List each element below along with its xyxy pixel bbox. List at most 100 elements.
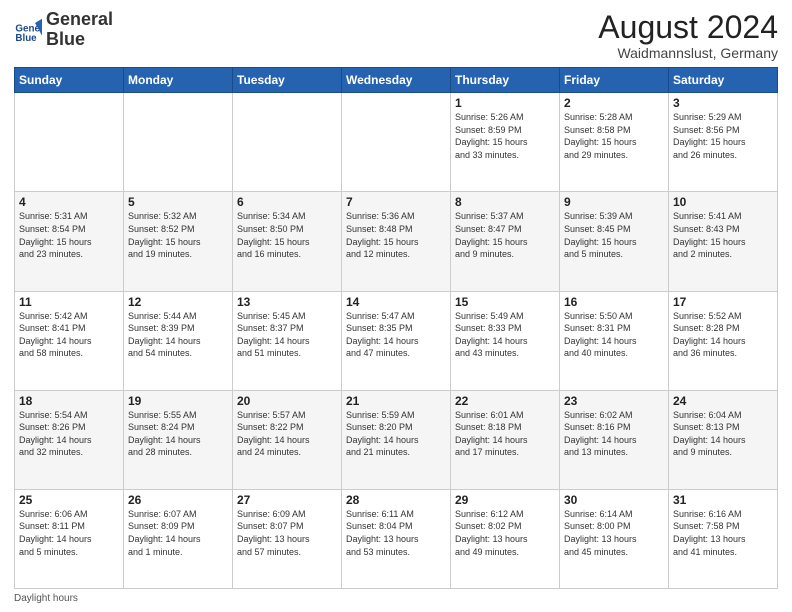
day-number: 26 bbox=[128, 493, 228, 507]
day-info: Sunrise: 6:01 AM Sunset: 8:18 PM Dayligh… bbox=[455, 409, 555, 459]
day-info: Sunrise: 5:52 AM Sunset: 8:28 PM Dayligh… bbox=[673, 310, 773, 360]
calendar-cell: 9Sunrise: 5:39 AM Sunset: 8:45 PM Daylig… bbox=[560, 192, 669, 291]
calendar-cell: 26Sunrise: 6:07 AM Sunset: 8:09 PM Dayli… bbox=[124, 489, 233, 588]
logo-line1: General bbox=[46, 10, 113, 30]
day-number: 2 bbox=[564, 96, 664, 110]
day-number: 9 bbox=[564, 195, 664, 209]
day-number: 11 bbox=[19, 295, 119, 309]
day-info: Sunrise: 5:49 AM Sunset: 8:33 PM Dayligh… bbox=[455, 310, 555, 360]
col-header-thursday: Thursday bbox=[451, 68, 560, 93]
day-info: Sunrise: 5:29 AM Sunset: 8:56 PM Dayligh… bbox=[673, 111, 773, 161]
calendar-cell: 18Sunrise: 5:54 AM Sunset: 8:26 PM Dayli… bbox=[15, 390, 124, 489]
title-area: August 2024 Waidmannslust, Germany bbox=[598, 10, 778, 61]
calendar-row-2: 4Sunrise: 5:31 AM Sunset: 8:54 PM Daylig… bbox=[15, 192, 778, 291]
day-info: Sunrise: 5:28 AM Sunset: 8:58 PM Dayligh… bbox=[564, 111, 664, 161]
top-area: General Blue General Blue August 2024 Wa… bbox=[14, 10, 778, 61]
day-info: Sunrise: 6:04 AM Sunset: 8:13 PM Dayligh… bbox=[673, 409, 773, 459]
calendar-cell: 16Sunrise: 5:50 AM Sunset: 8:31 PM Dayli… bbox=[560, 291, 669, 390]
day-number: 13 bbox=[237, 295, 337, 309]
calendar-cell: 21Sunrise: 5:59 AM Sunset: 8:20 PM Dayli… bbox=[342, 390, 451, 489]
day-number: 18 bbox=[19, 394, 119, 408]
calendar-table: SundayMondayTuesdayWednesdayThursdayFrid… bbox=[14, 67, 778, 589]
daylight-note: Daylight hours bbox=[14, 593, 78, 604]
calendar-row-3: 11Sunrise: 5:42 AM Sunset: 8:41 PM Dayli… bbox=[15, 291, 778, 390]
day-number: 19 bbox=[128, 394, 228, 408]
calendar-cell: 31Sunrise: 6:16 AM Sunset: 7:58 PM Dayli… bbox=[669, 489, 778, 588]
day-number: 21 bbox=[346, 394, 446, 408]
calendar-cell: 8Sunrise: 5:37 AM Sunset: 8:47 PM Daylig… bbox=[451, 192, 560, 291]
col-header-wednesday: Wednesday bbox=[342, 68, 451, 93]
day-number: 20 bbox=[237, 394, 337, 408]
day-number: 30 bbox=[564, 493, 664, 507]
month-title: August 2024 bbox=[598, 10, 778, 45]
day-info: Sunrise: 5:47 AM Sunset: 8:35 PM Dayligh… bbox=[346, 310, 446, 360]
col-header-sunday: Sunday bbox=[15, 68, 124, 93]
calendar-cell: 4Sunrise: 5:31 AM Sunset: 8:54 PM Daylig… bbox=[15, 192, 124, 291]
calendar-cell bbox=[15, 93, 124, 192]
day-number: 3 bbox=[673, 96, 773, 110]
day-number: 29 bbox=[455, 493, 555, 507]
day-info: Sunrise: 6:12 AM Sunset: 8:02 PM Dayligh… bbox=[455, 508, 555, 558]
day-info: Sunrise: 5:57 AM Sunset: 8:22 PM Dayligh… bbox=[237, 409, 337, 459]
day-info: Sunrise: 5:34 AM Sunset: 8:50 PM Dayligh… bbox=[237, 210, 337, 260]
svg-text:Blue: Blue bbox=[15, 33, 37, 44]
calendar-cell: 14Sunrise: 5:47 AM Sunset: 8:35 PM Dayli… bbox=[342, 291, 451, 390]
logo-line2: Blue bbox=[46, 30, 113, 50]
calendar-cell bbox=[342, 93, 451, 192]
day-number: 8 bbox=[455, 195, 555, 209]
day-info: Sunrise: 6:02 AM Sunset: 8:16 PM Dayligh… bbox=[564, 409, 664, 459]
calendar-cell: 15Sunrise: 5:49 AM Sunset: 8:33 PM Dayli… bbox=[451, 291, 560, 390]
location: Waidmannslust, Germany bbox=[598, 45, 778, 61]
day-number: 23 bbox=[564, 394, 664, 408]
day-number: 25 bbox=[19, 493, 119, 507]
day-number: 6 bbox=[237, 195, 337, 209]
calendar-row-4: 18Sunrise: 5:54 AM Sunset: 8:26 PM Dayli… bbox=[15, 390, 778, 489]
day-number: 16 bbox=[564, 295, 664, 309]
day-info: Sunrise: 5:36 AM Sunset: 8:48 PM Dayligh… bbox=[346, 210, 446, 260]
calendar-cell: 17Sunrise: 5:52 AM Sunset: 8:28 PM Dayli… bbox=[669, 291, 778, 390]
calendar-header-row: SundayMondayTuesdayWednesdayThursdayFrid… bbox=[15, 68, 778, 93]
day-info: Sunrise: 6:09 AM Sunset: 8:07 PM Dayligh… bbox=[237, 508, 337, 558]
day-number: 5 bbox=[128, 195, 228, 209]
day-number: 27 bbox=[237, 493, 337, 507]
day-info: Sunrise: 5:39 AM Sunset: 8:45 PM Dayligh… bbox=[564, 210, 664, 260]
calendar-cell: 12Sunrise: 5:44 AM Sunset: 8:39 PM Dayli… bbox=[124, 291, 233, 390]
day-number: 22 bbox=[455, 394, 555, 408]
logo-area: General Blue General Blue bbox=[14, 10, 113, 50]
day-info: Sunrise: 6:11 AM Sunset: 8:04 PM Dayligh… bbox=[346, 508, 446, 558]
day-number: 14 bbox=[346, 295, 446, 309]
day-number: 10 bbox=[673, 195, 773, 209]
day-info: Sunrise: 5:42 AM Sunset: 8:41 PM Dayligh… bbox=[19, 310, 119, 360]
calendar-cell: 23Sunrise: 6:02 AM Sunset: 8:16 PM Dayli… bbox=[560, 390, 669, 489]
calendar-cell: 5Sunrise: 5:32 AM Sunset: 8:52 PM Daylig… bbox=[124, 192, 233, 291]
calendar-cell: 11Sunrise: 5:42 AM Sunset: 8:41 PM Dayli… bbox=[15, 291, 124, 390]
day-info: Sunrise: 5:26 AM Sunset: 8:59 PM Dayligh… bbox=[455, 111, 555, 161]
calendar-row-5: 25Sunrise: 6:06 AM Sunset: 8:11 PM Dayli… bbox=[15, 489, 778, 588]
col-header-saturday: Saturday bbox=[669, 68, 778, 93]
calendar-cell: 7Sunrise: 5:36 AM Sunset: 8:48 PM Daylig… bbox=[342, 192, 451, 291]
day-number: 12 bbox=[128, 295, 228, 309]
page: General Blue General Blue August 2024 Wa… bbox=[0, 0, 792, 612]
footer-note: Daylight hours bbox=[14, 593, 778, 604]
day-number: 28 bbox=[346, 493, 446, 507]
calendar-cell: 3Sunrise: 5:29 AM Sunset: 8:56 PM Daylig… bbox=[669, 93, 778, 192]
day-info: Sunrise: 5:59 AM Sunset: 8:20 PM Dayligh… bbox=[346, 409, 446, 459]
day-number: 7 bbox=[346, 195, 446, 209]
day-info: Sunrise: 6:14 AM Sunset: 8:00 PM Dayligh… bbox=[564, 508, 664, 558]
day-info: Sunrise: 5:41 AM Sunset: 8:43 PM Dayligh… bbox=[673, 210, 773, 260]
day-info: Sunrise: 6:16 AM Sunset: 7:58 PM Dayligh… bbox=[673, 508, 773, 558]
calendar-cell: 28Sunrise: 6:11 AM Sunset: 8:04 PM Dayli… bbox=[342, 489, 451, 588]
calendar-cell: 10Sunrise: 5:41 AM Sunset: 8:43 PM Dayli… bbox=[669, 192, 778, 291]
day-info: Sunrise: 5:50 AM Sunset: 8:31 PM Dayligh… bbox=[564, 310, 664, 360]
day-info: Sunrise: 5:45 AM Sunset: 8:37 PM Dayligh… bbox=[237, 310, 337, 360]
day-info: Sunrise: 6:07 AM Sunset: 8:09 PM Dayligh… bbox=[128, 508, 228, 558]
calendar-cell: 1Sunrise: 5:26 AM Sunset: 8:59 PM Daylig… bbox=[451, 93, 560, 192]
calendar-row-1: 1Sunrise: 5:26 AM Sunset: 8:59 PM Daylig… bbox=[15, 93, 778, 192]
day-info: Sunrise: 5:32 AM Sunset: 8:52 PM Dayligh… bbox=[128, 210, 228, 260]
day-number: 4 bbox=[19, 195, 119, 209]
calendar-cell: 6Sunrise: 5:34 AM Sunset: 8:50 PM Daylig… bbox=[233, 192, 342, 291]
col-header-tuesday: Tuesday bbox=[233, 68, 342, 93]
calendar-cell: 29Sunrise: 6:12 AM Sunset: 8:02 PM Dayli… bbox=[451, 489, 560, 588]
day-info: Sunrise: 5:37 AM Sunset: 8:47 PM Dayligh… bbox=[455, 210, 555, 260]
day-info: Sunrise: 5:54 AM Sunset: 8:26 PM Dayligh… bbox=[19, 409, 119, 459]
